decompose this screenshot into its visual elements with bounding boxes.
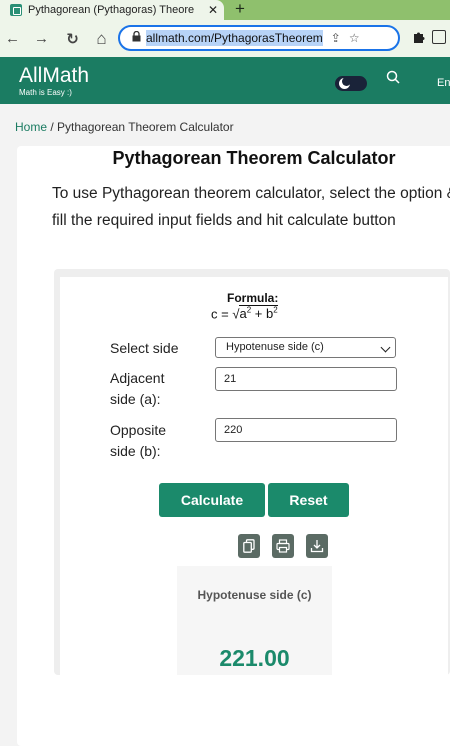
search-icon[interactable] xyxy=(386,70,400,84)
side-select[interactable]: Hypotenuse side (c) xyxy=(215,337,396,358)
address-bar[interactable]: allmath.com/PythagorasTheorem ⇪ ☆ xyxy=(118,25,400,51)
result-value: 221.00 xyxy=(219,645,290,671)
adjacent-side-input[interactable]: 21 xyxy=(215,367,397,391)
opposite-side-input[interactable]: 220 xyxy=(215,418,397,442)
home-icon[interactable]: ⌂ xyxy=(91,29,112,49)
browser-navbar: ← → ↻ ⌂ allmath.com/PythagorasTheorem ⇪ … xyxy=(0,20,450,57)
print-icon[interactable] xyxy=(272,534,294,558)
copy-icon[interactable] xyxy=(238,534,260,558)
select-side-label: Select side xyxy=(110,340,179,356)
reset-button[interactable]: Reset xyxy=(268,483,349,517)
page-title: Pythagorean Theorem Calculator xyxy=(112,148,396,168)
breadcrumb-home-link[interactable]: Home xyxy=(15,120,47,134)
browser-tab[interactable]: Pythagorean (Pythagoras) Theore ✕ xyxy=(0,0,224,20)
side-select-value: Hypotenuse side (c) xyxy=(226,341,324,353)
new-tab-button[interactable]: + xyxy=(235,0,245,19)
bookmark-star-icon[interactable]: ☆ xyxy=(349,31,360,45)
adjacent-label: Adjacent side (a): xyxy=(110,370,165,407)
breadcrumb: Home / Pythagorean Theorem Calculator xyxy=(15,120,234,134)
puzzle-icon[interactable] xyxy=(412,30,426,47)
sidebar-toggle-icon[interactable] xyxy=(432,30,446,44)
result-box: Hypotenuse side (c) 221.00 xyxy=(177,566,332,675)
site-header: AllMath Math is Easy :) En xyxy=(0,57,450,104)
share-icon[interactable]: ⇪ xyxy=(331,31,341,45)
forward-arrow-icon[interactable]: → xyxy=(31,30,52,47)
tab-close-icon[interactable]: ✕ xyxy=(202,3,224,17)
dark-mode-toggle[interactable] xyxy=(335,76,367,91)
reload-icon[interactable]: ↻ xyxy=(62,30,83,48)
formula-label: Formula: xyxy=(227,291,279,305)
site-logo[interactable]: AllMath xyxy=(19,65,89,86)
back-arrow-icon[interactable]: ← xyxy=(2,30,23,47)
tab-title: Pythagorean (Pythagoras) Theore xyxy=(28,4,195,16)
address-url[interactable]: allmath.com/PythagorasTheorem xyxy=(146,30,323,46)
download-icon[interactable] xyxy=(306,534,328,558)
breadcrumb-current: Pythagorean Theorem Calculator xyxy=(57,120,234,134)
chevron-down-icon xyxy=(380,342,391,353)
breadcrumb-separator: / xyxy=(47,120,58,134)
calculate-button[interactable]: Calculate xyxy=(159,483,265,517)
site-favicon-icon xyxy=(10,4,22,16)
site-tagline: Math is Easy :) xyxy=(19,88,72,97)
lock-icon xyxy=(126,30,146,45)
browser-tabbar: Pythagorean (Pythagoras) Theore ✕ + xyxy=(0,0,450,20)
result-label: Hypotenuse side (c) xyxy=(197,588,312,602)
opposite-label: Opposite side (b): xyxy=(110,422,167,459)
page-description: To use Pythagorean theorem calculator, s… xyxy=(52,185,450,229)
language-selector[interactable]: En xyxy=(437,77,450,89)
formula: c = √a2 + b2 xyxy=(211,305,278,322)
